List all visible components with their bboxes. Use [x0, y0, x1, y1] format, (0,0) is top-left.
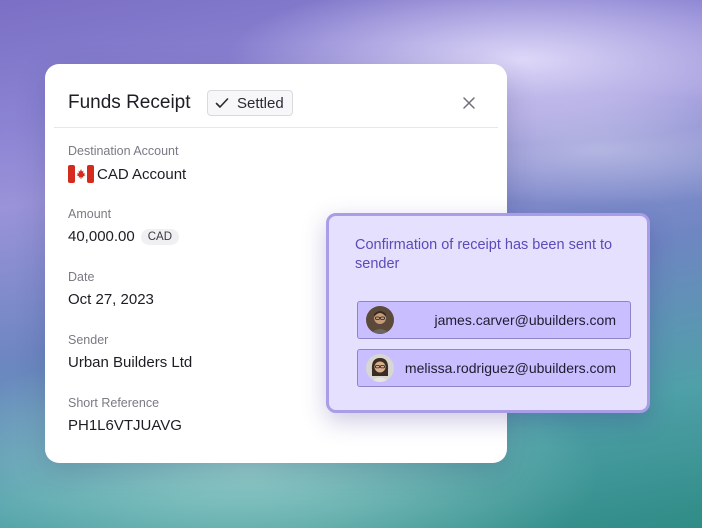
currency-tag: CAD	[140, 228, 180, 245]
header-divider	[54, 127, 498, 128]
destination-field: Destination Account CAD Account	[68, 144, 186, 183]
confirmation-message: Confirmation of receipt has been sent to…	[355, 237, 613, 272]
date-label: Date	[68, 270, 95, 284]
date-field: Date Oct 27, 2023	[68, 270, 154, 308]
reference-label: Short Reference	[68, 396, 160, 410]
amount-label: Amount	[68, 207, 112, 221]
recipient-row[interactable]: james.carver@ubuilders.com	[357, 301, 631, 339]
card-header: Funds Receipt Settled	[45, 64, 507, 128]
status-label: Settled	[237, 94, 284, 112]
date-value: Oct 27, 2023	[68, 291, 154, 308]
recipient-email: melissa.rodriguez@ubuilders.com	[404, 360, 616, 376]
reference-value: PH1L6VTJUAVG	[68, 417, 182, 434]
destination-account: CAD Account	[97, 165, 187, 183]
card-title: Funds Receipt	[68, 92, 191, 113]
confirmation-panel: Confirmation of receipt has been sent to…	[326, 213, 650, 413]
close-icon[interactable]	[461, 95, 477, 111]
sender-field: Sender Urban Builders Ltd	[68, 333, 192, 371]
recipient-row[interactable]: melissa.rodriguez@ubuilders.com	[357, 349, 631, 387]
amount-field: Amount 40,000.00 CAD	[68, 207, 180, 245]
avatar	[366, 306, 394, 334]
status-badge: Settled	[207, 90, 293, 116]
check-icon	[215, 98, 229, 108]
canada-flag-icon	[68, 165, 94, 183]
reference-field: Short Reference PH1L6VTJUAVG	[68, 396, 182, 434]
destination-value: CAD Account	[68, 165, 186, 183]
sender-value: Urban Builders Ltd	[68, 354, 193, 371]
destination-label: Destination Account	[68, 144, 179, 158]
amount-value: 40,000.00	[68, 228, 135, 245]
avatar	[366, 354, 394, 382]
amount-value-row: 40,000.00 CAD	[68, 228, 180, 245]
sender-label: Sender	[68, 333, 109, 347]
recipient-email: james.carver@ubuilders.com	[434, 312, 617, 328]
